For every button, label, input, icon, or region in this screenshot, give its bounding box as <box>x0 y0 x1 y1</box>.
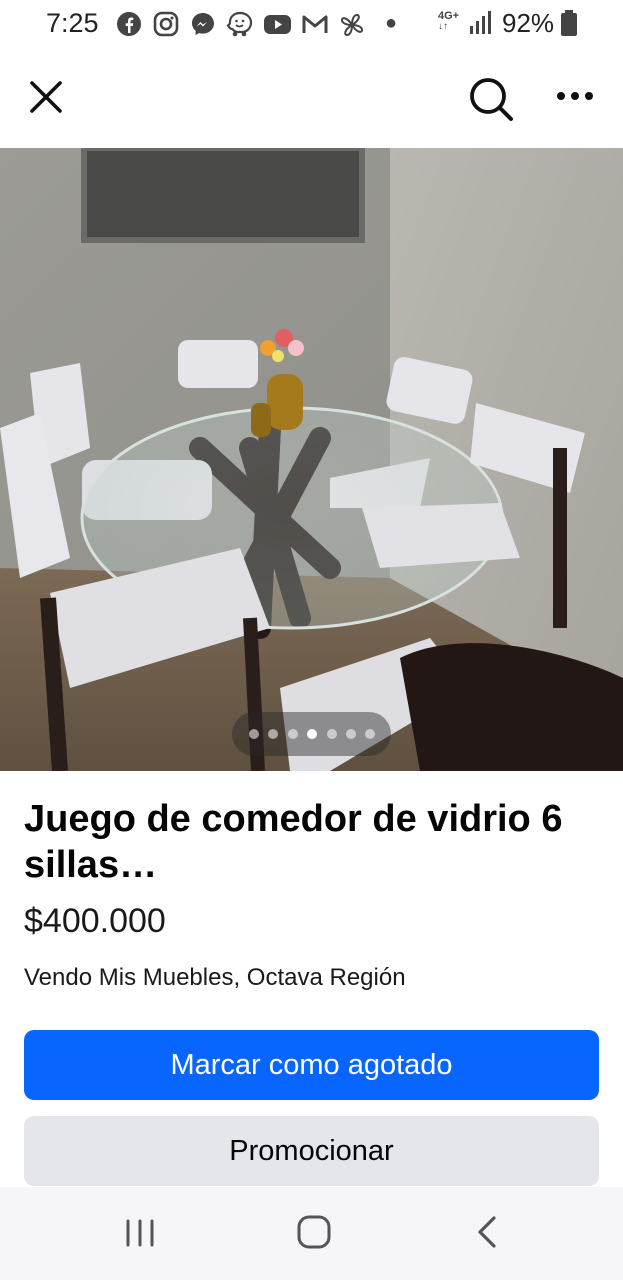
listing-price: $400.000 <box>24 902 166 940</box>
page-dot <box>365 729 375 739</box>
youtube-icon <box>264 15 291 34</box>
app-bar <box>0 48 623 148</box>
page-dot <box>249 729 259 739</box>
recent-apps-icon[interactable] <box>124 1217 156 1249</box>
close-icon[interactable] <box>26 77 66 117</box>
more-options-icon[interactable] <box>555 89 595 103</box>
page-dot <box>327 729 337 739</box>
more-notifications-dot: ● <box>385 12 398 34</box>
instagram-icon <box>153 11 179 37</box>
facebook-icon <box>117 12 141 36</box>
gmail-icon <box>302 15 328 33</box>
page-dot-active <box>307 729 317 739</box>
promote-button[interactable]: Promocionar <box>24 1116 599 1186</box>
messenger-icon <box>192 13 214 35</box>
signal-icon <box>470 11 491 34</box>
page-dot <box>288 729 298 739</box>
status-time: 7:25 <box>46 8 99 38</box>
home-icon[interactable] <box>296 1214 332 1250</box>
battery-icon <box>561 10 577 36</box>
listing-location[interactable]: Vendo Mis Muebles, Octava Región <box>24 964 406 992</box>
back-icon[interactable] <box>474 1215 500 1249</box>
listing-photo[interactable] <box>0 148 623 771</box>
status-bar: 7:25 ● 4G+ ↓↑ 92% <box>0 0 623 48</box>
pinwheel-icon <box>340 13 364 37</box>
mark-as-sold-button[interactable]: Marcar como agotado <box>24 1030 599 1100</box>
dining-set-image <box>0 148 623 771</box>
search-icon[interactable] <box>466 74 516 124</box>
battery-percent: 92% <box>502 8 555 38</box>
system-navigation-bar <box>0 1187 623 1280</box>
network-type: 4G+ ↓↑ <box>438 10 460 32</box>
waze-icon <box>226 11 253 37</box>
page-dot <box>346 729 356 739</box>
listing-title: Juego de comedor de vidrio 6 sillas… <box>24 798 563 886</box>
page-dot <box>268 729 278 739</box>
photo-pagination <box>232 712 391 756</box>
